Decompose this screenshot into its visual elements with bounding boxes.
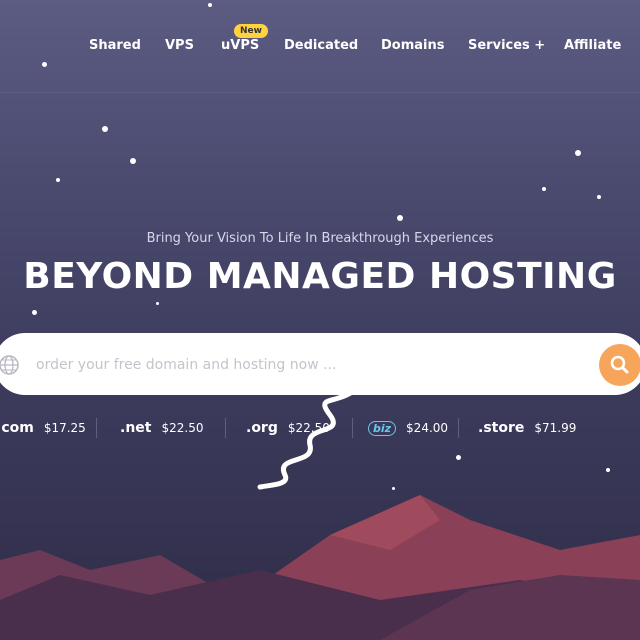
tld-name: .store — [478, 420, 525, 436]
nav-item-affiliate[interactable]: Affiliate — [564, 38, 621, 53]
star — [606, 468, 610, 472]
nav-item-services[interactable]: Services + — [468, 38, 545, 53]
search-button[interactable] — [599, 344, 640, 386]
star — [102, 126, 108, 132]
divider — [96, 418, 97, 438]
nav-item-shared[interactable]: Shared — [89, 38, 141, 53]
star — [56, 178, 60, 182]
divider — [458, 418, 459, 438]
mountain-illustration — [0, 495, 640, 640]
tld-item-net[interactable]: .net $22.50 — [120, 418, 203, 438]
tld-name: .net — [120, 420, 152, 436]
tld-name: biz — [368, 420, 397, 436]
top-navigation: Shared VPS New uVPS Dedicated Domains Se… — [0, 0, 640, 93]
decorative-squiggle — [257, 387, 358, 490]
hero-subtitle: Bring Your Vision To Life In Breakthroug… — [146, 231, 494, 246]
nav-item-dedicated[interactable]: Dedicated — [284, 38, 358, 53]
tld-price: $24.00 — [406, 421, 449, 435]
tld-price: $17.25 — [43, 421, 86, 435]
hero-title: BEYOND MANAGED HOSTING — [23, 256, 617, 297]
tld-price: $22.50 — [161, 421, 204, 435]
tld-item-biz[interactable]: biz $24.00 — [368, 418, 448, 438]
tld-item-com[interactable]: .com $17.25 — [0, 418, 86, 438]
star — [130, 158, 136, 164]
tld-price: $71.99 — [534, 421, 577, 435]
star — [542, 187, 546, 191]
tld-name: .com — [0, 420, 34, 436]
star — [597, 195, 601, 199]
tld-item-store[interactable]: .store $71.99 — [478, 418, 576, 438]
star — [156, 302, 159, 305]
nav-item-uvps[interactable]: uVPS — [221, 38, 259, 53]
star — [32, 310, 37, 315]
globe-icon — [0, 355, 19, 375]
divider — [225, 418, 226, 438]
new-badge: New — [234, 24, 268, 38]
star — [456, 455, 461, 460]
search-icon — [610, 355, 629, 374]
star — [397, 215, 403, 221]
domain-search-input[interactable] — [34, 348, 558, 382]
star — [575, 150, 581, 156]
nav-item-vps[interactable]: VPS — [165, 38, 194, 53]
nav-item-domains[interactable]: Domains — [381, 38, 445, 53]
